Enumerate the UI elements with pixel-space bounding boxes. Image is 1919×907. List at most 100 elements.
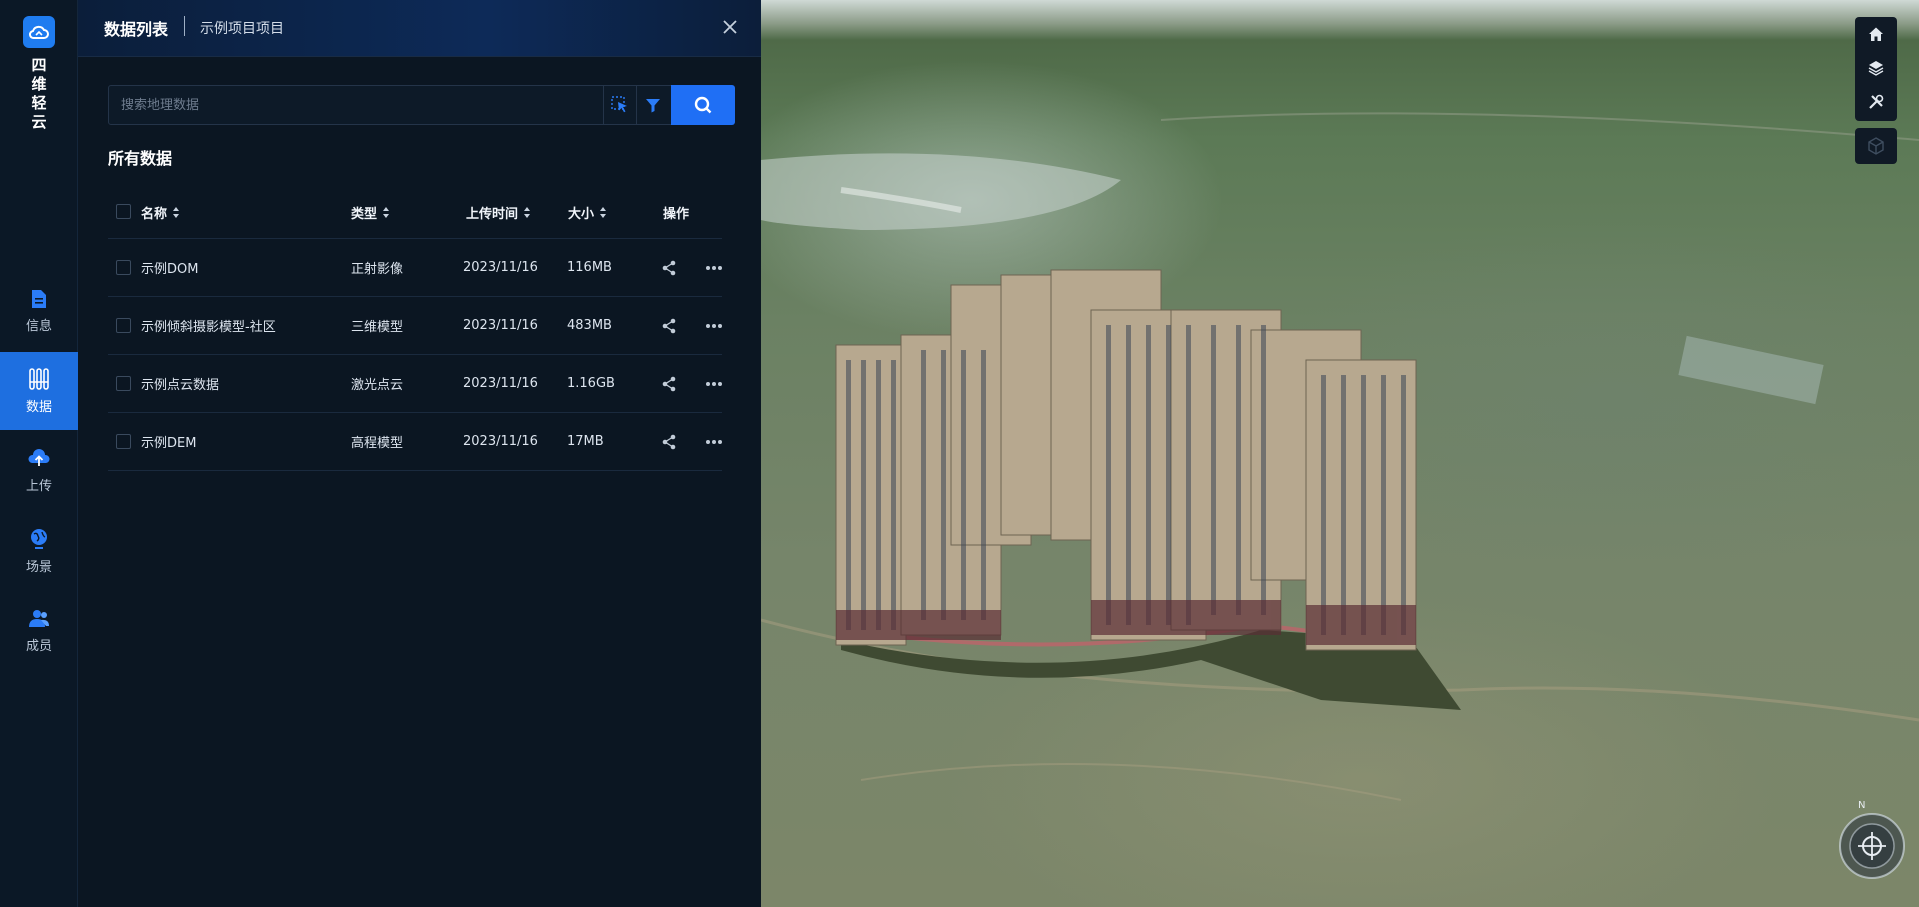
more-icon [706,323,722,328]
cell-name[interactable]: 示例点云数据 [141,355,219,412]
sort-icon [383,206,390,218]
layers-button[interactable] [1855,51,1897,85]
map-toolbar [1855,17,1897,121]
filter-icon [645,99,660,113]
building-cluster-model [761,112,1919,801]
select-cursor-icon [610,96,627,113]
tools-button[interactable] [1855,85,1897,119]
more-button[interactable] [703,413,725,470]
panel-header: 数据列表 示例项目项目 [78,0,761,57]
cell-type: 高程模型 [351,436,404,451]
share-button[interactable] [658,239,680,296]
cell-size: 483MB [567,318,612,333]
cell-type: 正射影像 [351,262,404,277]
header-divider [184,16,185,36]
left-rail: 四 维 轻 云 信息 数据 上传 场景 成员 [0,0,78,907]
search-input[interactable] [109,86,603,124]
nav-item-upload[interactable]: 上传 [0,432,78,510]
cube-3d-button[interactable] [1855,128,1897,164]
close-icon [723,20,737,34]
row-checkbox[interactable] [116,433,131,449]
more-button[interactable] [703,297,725,354]
header-label: 上传时间 [466,206,519,222]
search-icon [694,96,712,114]
cell-upload-time: 2023/11/16 [463,260,538,275]
nav-label: 场景 [25,559,52,575]
share-icon [662,318,676,333]
brand-char: 四 [31,56,47,74]
layers-icon [1868,61,1884,76]
panel-title: 数据列表 [104,20,169,39]
nav-item-data[interactable]: 数据 [0,352,78,430]
table-row[interactable]: 示例点云数据 激光点云 2023/11/16 1.16GB [108,355,722,413]
column-header-type[interactable]: 类型 [351,186,390,238]
database-icon [29,367,49,390]
close-button[interactable] [718,15,742,39]
header-label: 大小 [568,206,595,222]
header-label: 类型 [351,206,378,222]
column-header-size[interactable]: 大小 [568,186,607,238]
cell-type: 激光点云 [351,378,404,393]
data-list-panel: 数据列表 示例项目项目 所有数据 名称 类型 上传时间 大小 操作 示 [78,0,761,907]
share-button[interactable] [658,413,680,470]
table-row[interactable]: 示例DOM 正射影像 2023/11/16 116MB [108,239,722,297]
more-button[interactable] [703,355,725,412]
row-checkbox[interactable] [116,259,131,275]
column-header-actions: 操作 [663,186,689,238]
cell-name[interactable]: 示例DOM [141,239,198,296]
search-button[interactable] [671,85,735,125]
sort-icon [173,206,180,218]
search-bar [108,85,735,125]
cell-upload-time: 2023/11/16 [463,434,538,449]
members-icon [29,609,49,627]
row-checkbox[interactable] [116,375,131,391]
compass-north-label: N [1858,800,1866,811]
home-icon [1869,27,1883,41]
nav-label: 上传 [25,478,52,494]
select-all-checkbox[interactable] [116,204,131,219]
compass-widget[interactable] [1838,812,1906,880]
section-title: 所有数据 [108,149,173,168]
sort-icon [524,206,531,218]
brand-char: 云 [31,113,47,131]
table-row[interactable]: 示例DEM 高程模型 2023/11/16 17MB [108,413,722,471]
sort-icon [600,206,607,218]
more-icon [706,381,722,386]
row-checkbox[interactable] [116,317,131,333]
nav-item-members[interactable]: 成员 [0,592,78,670]
nav-item-scene[interactable]: 场景 [0,512,78,590]
cell-upload-time: 2023/11/16 [463,376,538,391]
cell-size: 116MB [567,260,612,275]
map-select-button[interactable] [603,86,635,124]
nav-label: 数据 [25,399,52,415]
table-row[interactable]: 示例倾斜摄影模型-社区 三维模型 2023/11/16 483MB [108,297,722,355]
header-label: 操作 [663,206,690,222]
share-button[interactable] [658,355,680,412]
more-button[interactable] [703,239,725,296]
map-viewport[interactable] [761,0,1919,907]
column-header-upload-time[interactable]: 上传时间 [466,186,531,238]
table-header-row: 名称 类型 上传时间 大小 操作 [108,186,722,239]
share-button[interactable] [658,297,680,354]
compass-icon [1839,813,1905,879]
more-icon [706,265,722,270]
cube-3d-icon [1868,137,1884,155]
more-icon [706,439,722,444]
column-header-name[interactable]: 名称 [141,186,180,238]
brand-name: 四 维 轻 云 [0,56,78,132]
share-icon [662,434,676,449]
upload-icon [28,448,50,466]
filter-button[interactable] [636,86,668,124]
header-label: 名称 [141,206,168,222]
data-table: 名称 类型 上传时间 大小 操作 示例DOM 正射影像 2023/11/16 1… [108,186,722,471]
cell-type: 三维模型 [351,320,404,335]
cell-name[interactable]: 示例倾斜摄影模型-社区 [141,297,276,354]
project-name: 示例项目项目 [200,21,284,37]
home-view-button[interactable] [1855,17,1897,51]
cell-name[interactable]: 示例DEM [141,413,196,470]
cloud-logo-icon[interactable] [23,16,55,48]
nav-label: 成员 [25,638,52,654]
brand-char: 轻 [31,94,47,112]
nav-label: 信息 [25,318,52,334]
nav-item-info[interactable]: 信息 [0,272,78,350]
